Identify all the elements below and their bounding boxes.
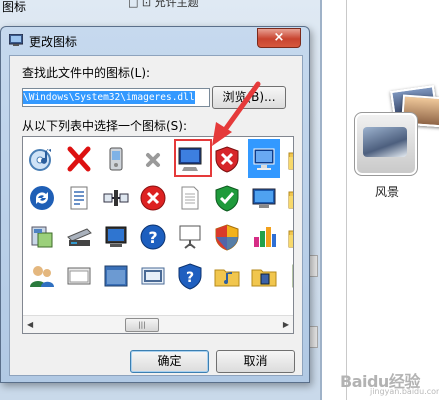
annotation-arrow — [212, 81, 261, 146]
